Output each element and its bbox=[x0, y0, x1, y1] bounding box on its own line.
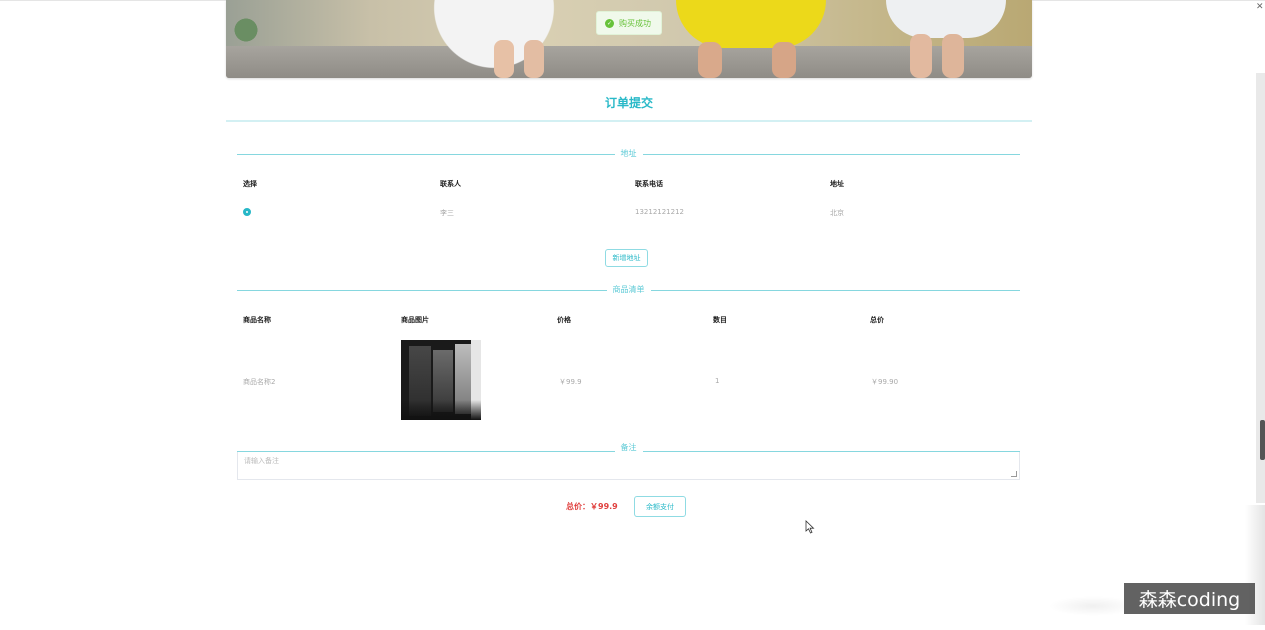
order-card: 订单提交 地址 选择 联系人 联系电话 地址 李三 13212121212 北京… bbox=[226, 84, 1032, 484]
check-circle-icon: ✓ bbox=[605, 18, 614, 28]
goods-header-image: 商品图片 bbox=[401, 316, 429, 324]
resize-handle-icon[interactable] bbox=[1011, 471, 1017, 477]
total-price: 总价：￥99.9 bbox=[566, 502, 618, 511]
goods-section-label: 商品清单 bbox=[606, 284, 651, 295]
page: ✓ 购买成功 订单提交 地址 选择 联系人 联系电话 地址 李三 1321212… bbox=[0, 0, 1265, 630]
address-header-phone: 联系电话 bbox=[635, 180, 663, 188]
goods-header-price: 价格 bbox=[557, 316, 571, 324]
goods-name: 商品名称2 bbox=[243, 378, 276, 386]
balance-pay-button[interactable]: 余额支付 bbox=[634, 496, 686, 517]
remark-textarea[interactable]: 请输入备注 bbox=[237, 452, 1020, 480]
mouse-cursor-icon bbox=[805, 520, 815, 534]
goods-divider: 商品清单 bbox=[237, 284, 1020, 295]
address-section-label: 地址 bbox=[614, 148, 643, 159]
title-divider bbox=[226, 120, 1032, 122]
address-header-contact: 联系人 bbox=[440, 180, 461, 188]
address-value: 北京 bbox=[830, 209, 844, 217]
close-icon[interactable]: ✕ bbox=[1256, 2, 1264, 12]
goods-subtotal: ￥99.90 bbox=[871, 378, 899, 386]
add-address-button[interactable]: 新增地址 bbox=[605, 249, 648, 267]
watermark: 森森coding bbox=[1124, 583, 1255, 614]
goods-qty: 1 bbox=[715, 377, 720, 385]
address-radio[interactable] bbox=[243, 208, 251, 216]
goods-header-total: 总价 bbox=[870, 316, 884, 324]
success-toast: ✓ 购买成功 bbox=[596, 11, 662, 35]
remark-placeholder: 请输入备注 bbox=[244, 457, 279, 465]
toast-text: 购买成功 bbox=[619, 18, 651, 28]
address-header-address: 地址 bbox=[830, 180, 844, 188]
address-header-select: 选择 bbox=[243, 180, 257, 188]
product-image bbox=[401, 340, 481, 420]
goods-header-qty: 数目 bbox=[713, 316, 727, 324]
address-phone: 13212121212 bbox=[635, 208, 684, 216]
address-contact: 李三 bbox=[440, 209, 454, 217]
goods-price: ￥99.9 bbox=[559, 378, 582, 386]
goods-header-name: 商品名称 bbox=[243, 316, 271, 324]
scrollbar-thumb[interactable] bbox=[1260, 420, 1265, 460]
page-title: 订单提交 bbox=[604, 96, 653, 110]
address-divider: 地址 bbox=[237, 148, 1020, 159]
